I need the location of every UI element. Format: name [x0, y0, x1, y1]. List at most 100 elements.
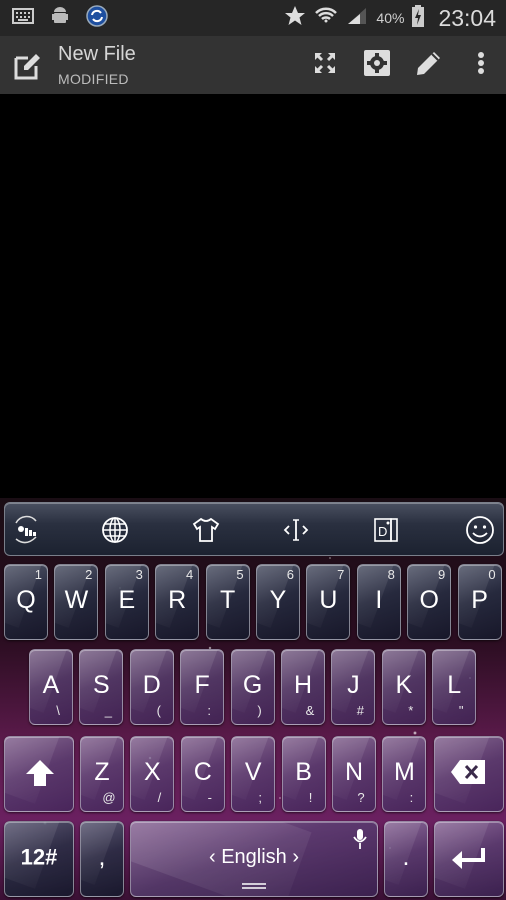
key-u[interactable]: U7 [306, 564, 351, 640]
shift-key[interactable] [4, 736, 74, 812]
enter-icon [452, 848, 485, 869]
key-symbol-hint: ( [156, 703, 161, 718]
edit-button[interactable] [414, 48, 444, 78]
fullscreen-button[interactable] [310, 48, 340, 78]
key-label: C [193, 758, 212, 787]
star-icon [284, 5, 306, 32]
keyboard-icon [12, 7, 34, 29]
key-o[interactable]: O9 [407, 564, 452, 640]
keyboard-toolbar: D [4, 502, 504, 556]
language-label: ‹ English › [208, 846, 300, 868]
key-e[interactable]: E3 [104, 564, 149, 640]
key-j[interactable]: J # [331, 649, 376, 725]
microphone-icon [353, 829, 367, 849]
settings-button[interactable] [362, 48, 392, 78]
key-label: T [219, 586, 236, 615]
key-c[interactable]: C- [180, 736, 225, 812]
gesture-typing-icon[interactable] [11, 515, 41, 545]
emoji-icon[interactable] [465, 515, 495, 545]
period-key[interactable]: . [384, 821, 428, 897]
key-y[interactable]: Y6 [256, 564, 300, 640]
key-l[interactable]: L " [432, 649, 477, 725]
key-number-hint: 4 [185, 567, 194, 582]
android-icon [52, 6, 68, 31]
key-label: R [168, 586, 187, 615]
key-label: E [118, 586, 136, 615]
key-symbol-hint: _ [104, 703, 112, 718]
fullscreen-icon [314, 52, 336, 74]
key-number-hint: 8 [387, 567, 395, 582]
key-i[interactable]: I8 [356, 564, 401, 640]
cursor-control-icon[interactable] [281, 515, 311, 545]
key-symbol-hint: \ [56, 703, 60, 718]
key-label: H [293, 671, 313, 700]
key-label: K [395, 671, 413, 700]
key-q[interactable]: Q1 [4, 564, 48, 640]
key-f[interactable]: F: [180, 649, 225, 725]
key-label: I [375, 586, 383, 615]
key-label: N [344, 758, 364, 787]
key-symbol-hint: / [157, 790, 162, 805]
key-label: J [347, 671, 360, 700]
backspace-key[interactable] [434, 736, 504, 812]
battery-percent: 40% [376, 10, 405, 26]
key-v[interactable]: V; [231, 736, 276, 812]
key-z[interactable]: Z @ [80, 736, 124, 812]
key-label: A [42, 671, 60, 700]
keyboard-handle-icon [242, 883, 266, 889]
clock: 23:04 [438, 4, 496, 31]
key-symbol-hint: ? [357, 790, 365, 805]
key-t[interactable]: T5 [205, 564, 250, 640]
dictionary-icon[interactable]: D [371, 515, 401, 545]
key-label: O [419, 586, 439, 615]
battery-charging-icon [412, 4, 425, 32]
globe-icon[interactable] [100, 515, 130, 545]
key-k[interactable]: K * [381, 649, 426, 725]
key-symbol-hint: * [408, 703, 414, 718]
key-m[interactable]: M: [382, 736, 427, 812]
backspace-icon [451, 760, 485, 784]
key-label: Z [94, 758, 110, 787]
key-w[interactable]: W2 [54, 564, 99, 640]
key-number-hint: 3 [135, 567, 143, 582]
more-options-button[interactable] [466, 48, 496, 78]
file-title: New File [58, 43, 136, 65]
key-label: V [244, 758, 262, 787]
edit-document-icon[interactable] [12, 50, 44, 82]
key-s[interactable]: S _ [79, 649, 124, 725]
key-symbol-hint: - [207, 790, 212, 805]
key-g[interactable]: G) [230, 649, 275, 725]
space-key[interactable]: ‹ English › [130, 821, 378, 897]
key-number-hint: 2 [85, 567, 93, 582]
key-label: M [393, 758, 415, 787]
key-symbol-hint: ) [257, 703, 262, 718]
key-b[interactable]: B! [281, 736, 326, 812]
key-n[interactable]: N? [332, 736, 376, 812]
svg-text:D: D [378, 524, 387, 539]
key-symbol-hint: ! [308, 790, 313, 805]
key-label: G [242, 671, 263, 700]
enter-key[interactable] [434, 821, 504, 897]
wifi-icon [314, 5, 338, 32]
key-a[interactable]: A \ [29, 649, 73, 725]
comma-key[interactable]: , [80, 821, 124, 897]
key-label: D [142, 671, 161, 700]
key-label: Q [16, 586, 36, 615]
file-status: MODIFIED [58, 71, 129, 87]
key-r[interactable]: R4 [155, 564, 200, 640]
key-symbol-hint: ; [258, 790, 262, 805]
key-h[interactable]: H & [281, 649, 325, 725]
key-number-hint: 9 [437, 567, 446, 582]
key-x[interactable]: X / [130, 736, 175, 812]
key-d[interactable]: D( [129, 649, 174, 725]
key-symbol-hint: " [458, 703, 464, 718]
key-number-hint: 6 [286, 567, 294, 582]
key-symbol-hint: & [305, 703, 315, 718]
text-editor-area[interactable] [0, 94, 506, 498]
key-number-hint: 0 [488, 567, 496, 582]
key-label: X [144, 758, 161, 787]
symbols-key[interactable]: 12# [4, 821, 74, 897]
theme-shirt-icon[interactable] [191, 515, 221, 545]
key-p[interactable]: P0 [457, 564, 502, 640]
signal-icon [346, 6, 368, 31]
